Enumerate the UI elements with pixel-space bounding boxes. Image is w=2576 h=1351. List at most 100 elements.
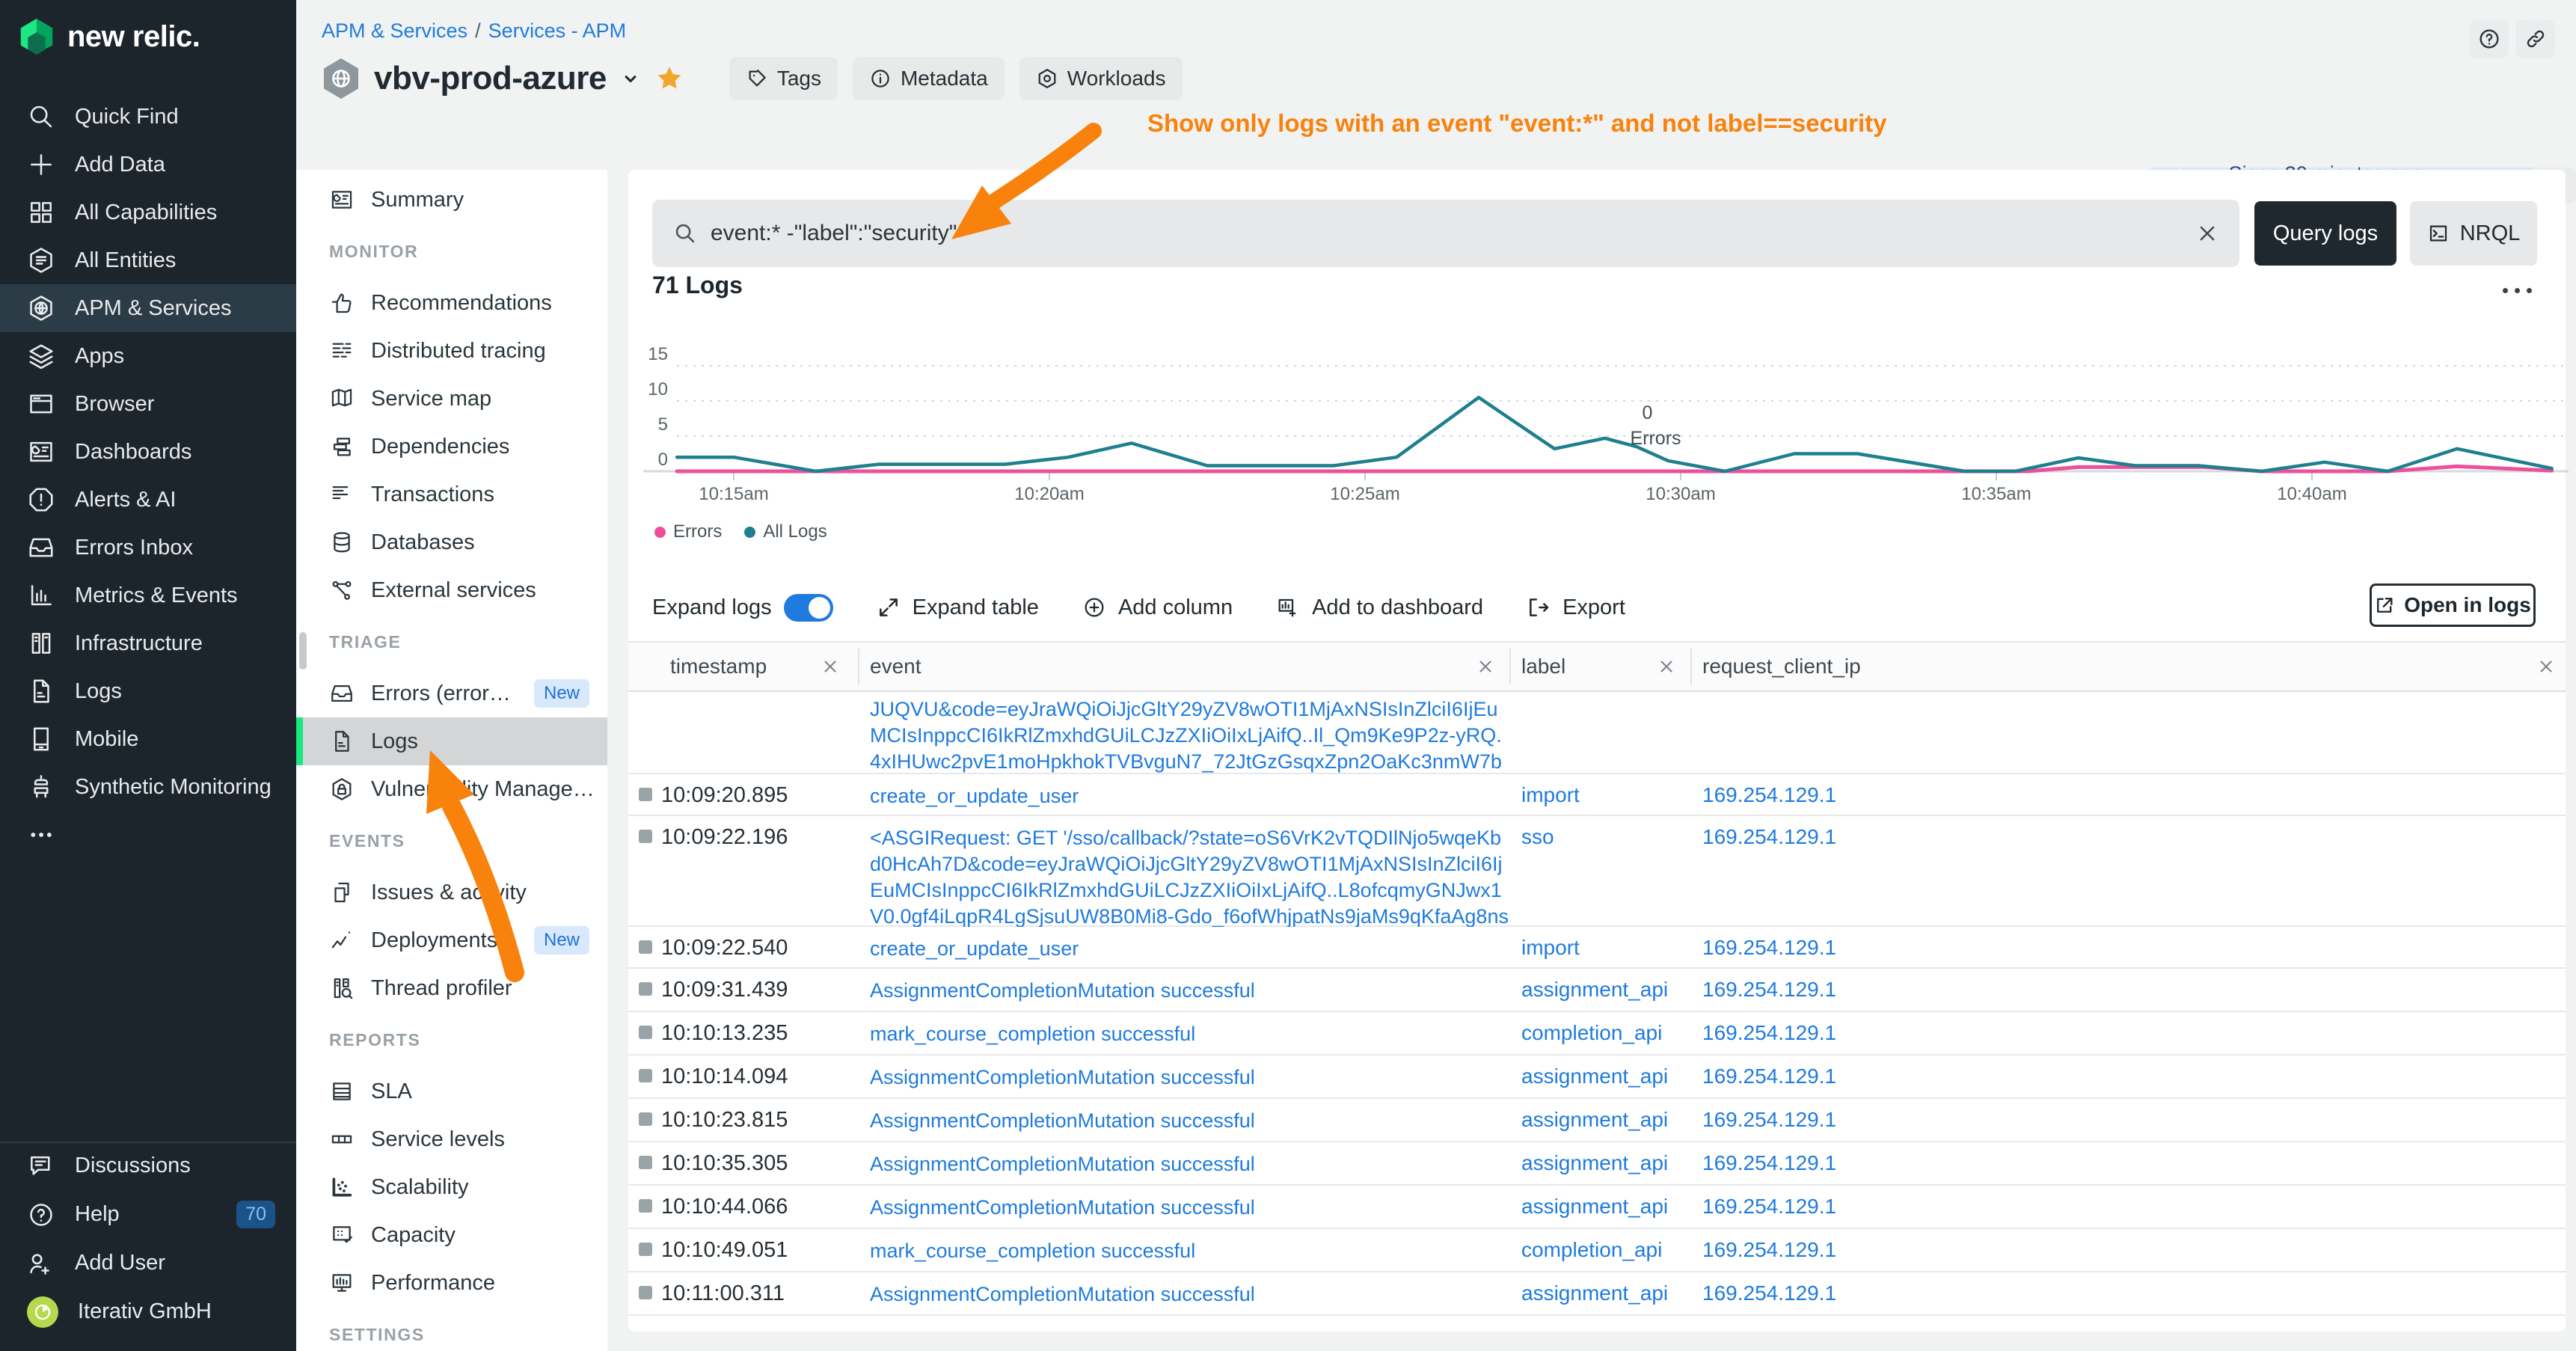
sidebar-item-logs[interactable]: Logs: [0, 667, 296, 715]
cell-label-link[interactable]: assignment_api: [1521, 1151, 1668, 1175]
sidebar-item-iterativ-gmbh[interactable]: Iterativ GmbH: [0, 1287, 296, 1336]
title-chevron-down-icon[interactable]: [620, 68, 641, 89]
subnav-item-recommendations[interactable]: Recommendations: [296, 279, 607, 327]
cell-label-link[interactable]: assignment_api: [1521, 1281, 1668, 1305]
sidebar-item-metrics-events[interactable]: Metrics & Events: [0, 572, 296, 619]
cell-label-link[interactable]: assignment_api: [1521, 1108, 1668, 1132]
subnav-item-logs[interactable]: Logs: [296, 717, 607, 765]
cell-event-link[interactable]: mark_course_completion successful: [870, 1238, 1509, 1264]
column-header-event[interactable]: event: [870, 643, 921, 690]
subnav-item-service-map[interactable]: Service map: [296, 375, 607, 423]
cell-event-link[interactable]: AssignmentCompletionMutation successful: [870, 1195, 1509, 1221]
subnav-item-databases[interactable]: Databases: [296, 518, 607, 566]
table-row[interactable]: 10:09:20.895create_or_update_userimport1…: [628, 774, 2566, 816]
row-severity-indicator[interactable]: [639, 1199, 652, 1213]
add-column-button[interactable]: Add column: [1082, 595, 1233, 620]
row-severity-indicator[interactable]: [639, 1069, 652, 1082]
expand-logs-toggle[interactable]: [784, 594, 833, 622]
subnav-item-dependencies[interactable]: Dependencies: [296, 423, 607, 471]
cell-event-link[interactable]: create_or_update_user: [870, 936, 1509, 962]
expand-table-button[interactable]: Expand table: [877, 595, 1039, 620]
table-row[interactable]: 10:09:22.540create_or_update_userimport1…: [628, 927, 2566, 969]
sidebar-item-help[interactable]: Help70: [0, 1190, 296, 1239]
cell-event-link[interactable]: AssignmentCompletionMutation successful: [870, 978, 1509, 1004]
subnav-item-sla[interactable]: SLA: [296, 1067, 607, 1115]
subnav-item-vulnerability-management[interactable]: Vulnerability Management: [296, 765, 607, 813]
subnav-item-summary[interactable]: Summary: [296, 176, 607, 224]
column-header-timestamp[interactable]: timestamp: [670, 643, 767, 690]
cell-label-link[interactable]: completion_api: [1521, 1021, 1662, 1045]
copy-link-button[interactable]: [2516, 19, 2555, 58]
remove-column-event-icon[interactable]: [1476, 643, 1494, 690]
export-button[interactable]: Export: [1527, 595, 1625, 620]
table-row[interactable]: 10:11:00.311AssignmentCompletionMutation…: [628, 1272, 2566, 1316]
new-relic-logo[interactable]: new relic.: [16, 16, 200, 57]
cell-event-link[interactable]: create_or_update_user: [870, 783, 1509, 809]
cell-event-link[interactable]: mark_course_completion successful: [870, 1021, 1509, 1047]
metadata-chip[interactable]: Metadata: [853, 57, 1005, 100]
sidebar-item-apps[interactable]: Apps: [0, 332, 296, 380]
sidebar-item-alerts-ai[interactable]: Alerts & AI: [0, 476, 296, 524]
row-severity-indicator[interactable]: [639, 982, 652, 996]
row-severity-indicator[interactable]: [639, 1026, 652, 1039]
sidebar-item-browser[interactable]: Browser: [0, 380, 296, 428]
cell-event-link[interactable]: AssignmentCompletionMutation successful: [870, 1151, 1509, 1177]
subnav-item-external-services[interactable]: External services: [296, 566, 607, 614]
tags-chip[interactable]: Tags: [729, 57, 838, 100]
subnav-item-errors-errors-inb[interactable]: Errors (errors inb...New: [296, 670, 607, 717]
cell-label-link[interactable]: assignment_api: [1521, 1064, 1668, 1088]
sidebar-item-all-entities[interactable]: All Entities: [0, 236, 296, 284]
sidebar-item-mobile[interactable]: Mobile: [0, 715, 296, 763]
table-row[interactable]: 10:10:13.235mark_course_completion succe…: [628, 1012, 2566, 1056]
cell-request-client-ip-link[interactable]: 169.254.129.1: [1702, 1195, 1836, 1219]
sidebar-item-infrastructure[interactable]: Infrastructure: [0, 619, 296, 667]
add-to-dashboard-button[interactable]: Add to dashboard: [1276, 595, 1483, 620]
log-query-input[interactable]: event:* -"label":"security": [652, 200, 2239, 267]
sidebar-item-add-data[interactable]: Add Data: [0, 141, 296, 189]
cell-label-link[interactable]: import: [1521, 936, 1580, 960]
sidebar-item-synthetic-monitoring[interactable]: Synthetic Monitoring: [0, 763, 296, 811]
open-in-logs-button[interactable]: Open in logs: [2370, 583, 2536, 627]
sidebar-item-add-user[interactable]: Add User: [0, 1239, 296, 1287]
row-severity-indicator[interactable]: [639, 788, 652, 801]
cell-request-client-ip-link[interactable]: 169.254.129.1: [1702, 1108, 1836, 1132]
sidebar-item-apm-services[interactable]: APM & Services: [0, 284, 296, 332]
row-severity-indicator[interactable]: [639, 1286, 652, 1299]
subnav-item-issues-activity[interactable]: Issues & activity: [296, 868, 607, 916]
table-row[interactable]: 10:10:49.051mark_course_completion succe…: [628, 1229, 2566, 1272]
cell-request-client-ip-link[interactable]: 169.254.129.1: [1702, 1238, 1836, 1262]
query-text[interactable]: event:* -"label":"security": [711, 221, 2183, 246]
cell-request-client-ip-link[interactable]: 169.254.129.1: [1702, 1281, 1836, 1305]
row-severity-indicator[interactable]: [639, 940, 652, 954]
close-icon[interactable]: [2196, 222, 2218, 245]
cell-label-link[interactable]: assignment_api: [1521, 1195, 1668, 1219]
sidebar-item-quick-find[interactable]: Quick Find: [0, 93, 296, 141]
chart-more-options-button[interactable]: [2503, 288, 2532, 293]
remove-column-request-client-ip-icon[interactable]: [2537, 643, 2555, 690]
cell-label-link[interactable]: assignment_api: [1521, 978, 1668, 1002]
table-row[interactable]: 10:10:44.066AssignmentCompletionMutation…: [628, 1186, 2566, 1229]
query-logs-button[interactable]: Query logs: [2254, 201, 2396, 266]
workloads-chip[interactable]: Workloads: [1019, 57, 1183, 100]
cell-event-link[interactable]: AssignmentCompletionMutation successful: [870, 1281, 1509, 1308]
table-row[interactable]: 10:10:23.815AssignmentCompletionMutation…: [628, 1099, 2566, 1142]
row-severity-indicator[interactable]: [639, 1243, 652, 1256]
column-header-request-client-ip[interactable]: request_client_ip: [1702, 643, 1861, 690]
nrql-button[interactable]: NRQL: [2410, 201, 2537, 266]
table-row[interactable]: 10:09:22.196<ASGIRequest: GET '/sso/call…: [628, 816, 2566, 927]
cell-event-link[interactable]: AssignmentCompletionMutation successful: [870, 1108, 1509, 1134]
remove-column-label-icon[interactable]: [1657, 643, 1675, 690]
breadcrumb-apm-services[interactable]: APM & Services: [322, 19, 467, 42]
cell-request-client-ip-link[interactable]: 169.254.129.1: [1702, 1021, 1836, 1045]
subnav-item-capacity[interactable]: Capacity: [296, 1211, 607, 1259]
table-row[interactable]: 10:09:31.439AssignmentCompletionMutation…: [628, 969, 2566, 1012]
subnav-item-distributed-tracing[interactable]: Distributed tracing: [296, 327, 607, 375]
table-row[interactable]: 10:10:14.094AssignmentCompletionMutation…: [628, 1056, 2566, 1099]
subnav-item-service-levels[interactable]: Service levels: [296, 1115, 607, 1163]
favorite-star-icon[interactable]: [654, 64, 684, 94]
sidebar-item-more[interactable]: [0, 811, 296, 859]
sidebar-item-errors-inbox[interactable]: Errors Inbox: [0, 524, 296, 572]
cell-label-link[interactable]: import: [1521, 783, 1580, 807]
cell-request-client-ip-link[interactable]: 169.254.129.1: [1702, 825, 1836, 849]
legend-all-logs[interactable]: All Logs: [744, 521, 827, 542]
